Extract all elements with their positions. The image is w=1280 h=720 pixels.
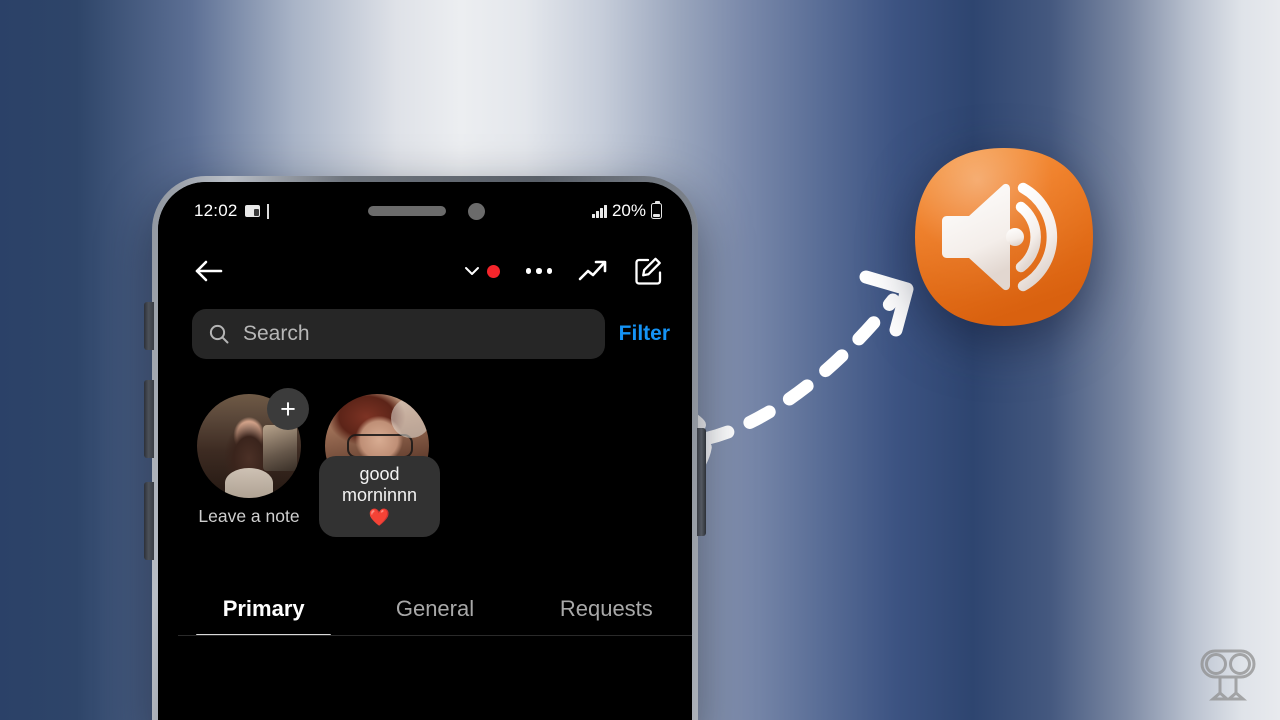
volume-up-button[interactable]: [144, 302, 154, 350]
tab-general[interactable]: General: [349, 582, 520, 636]
note-text-line2: morninnn: [341, 485, 418, 506]
front-camera: [468, 202, 485, 220]
nav-actions: [464, 256, 665, 286]
search-icon: [209, 324, 229, 344]
app-nav-bar: [158, 240, 692, 302]
arrow-left-icon: [195, 260, 223, 282]
status-bar: 12:02 20%: [158, 182, 692, 240]
arrow-head-icon: [859, 270, 914, 337]
chevron-down-icon: [464, 267, 479, 275]
tab-primary[interactable]: Primary: [178, 582, 349, 636]
search-input[interactable]: Search: [192, 309, 605, 359]
power-button[interactable]: [697, 428, 706, 536]
volume-down-button[interactable]: [144, 380, 154, 458]
binoculars-logo: [1200, 649, 1256, 701]
phone-device: 12:02 20% Search Filter + Leave a note g…: [144, 176, 706, 720]
phone-hardware-cutouts: [261, 202, 593, 220]
note-item-jani[interactable]: good morninnn ❤️ Jani Ivelisse ...: [319, 394, 440, 537]
status-bar-right: 20%: [592, 201, 662, 221]
red-dot-badge: [486, 264, 500, 278]
filter-button[interactable]: Filter: [619, 322, 670, 346]
avatar-wrap: good morninnn ❤️: [319, 394, 440, 537]
note-label-self: Leave a note: [198, 506, 300, 526]
sim-card-icon: [244, 205, 260, 217]
assistant-button[interactable]: [144, 482, 154, 560]
more-horizontal-icon[interactable]: [525, 268, 552, 274]
signal-bars-icon: [592, 204, 607, 218]
search-placeholder: Search: [243, 322, 310, 345]
tab-requests[interactable]: Requests: [521, 582, 692, 636]
battery-percent: 20%: [611, 201, 646, 220]
avatar-wrap: +: [197, 388, 309, 498]
back-button[interactable]: [192, 254, 226, 288]
inbox-tabs: Primary General Requests: [178, 582, 692, 636]
note-bubble[interactable]: good morninnn ❤️: [319, 456, 440, 537]
compose-edit-icon[interactable]: [634, 256, 664, 286]
earpiece-speaker: [368, 206, 446, 216]
search-row: Search Filter: [158, 309, 692, 359]
status-time: 12:02: [194, 201, 238, 220]
trending-up-icon[interactable]: [578, 258, 608, 284]
battery-icon: [651, 201, 662, 219]
note-text-line1: good: [359, 464, 400, 484]
phone-screen: 12:02 20% Search Filter + Leave a note g…: [158, 182, 692, 720]
thread-list: [158, 636, 692, 720]
notes-dropdown-button[interactable]: [464, 263, 500, 279]
note-item-self[interactable]: + Leave a note: [194, 388, 309, 527]
phone-bezel: 12:02 20% Search Filter + Leave a note g…: [158, 182, 692, 720]
speaker-app-icon[interactable]: [911, 144, 1097, 330]
plus-icon[interactable]: +: [267, 388, 309, 430]
status-bar-left: 12:02: [194, 201, 269, 221]
notes-row: + Leave a note good morninnn ❤️ Jani Ive…: [158, 388, 692, 537]
note-emoji: ❤️: [368, 508, 391, 528]
